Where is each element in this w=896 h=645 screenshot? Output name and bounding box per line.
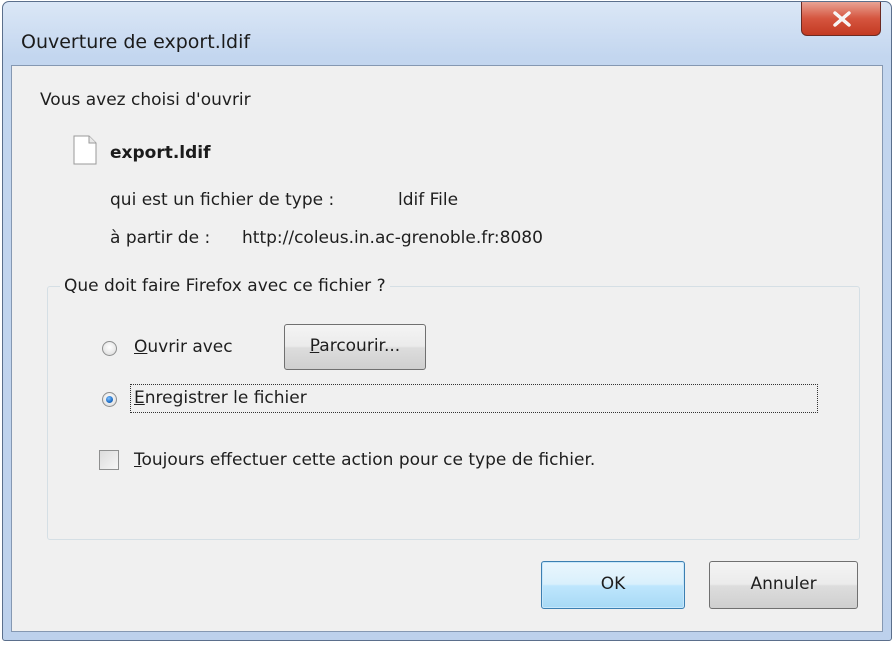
intro-text: Vous avez choisi d'ouvrir [40,90,251,110]
file-type-label: qui est un fichier de type : [110,190,335,210]
always-do-label[interactable]: Toujours effectuer cette action pour ce … [134,450,595,470]
save-file-text: nregistrer le fichier [144,388,307,408]
file-name: export.ldif [110,143,211,163]
file-type-row: qui est un fichier de type : ldif File [110,190,458,210]
save-file-radio[interactable] [102,392,117,407]
open-with-text: uvrir avec [147,337,233,357]
file-source-value: http://coleus.in.ac-grenoble.fr:8080 [242,228,543,248]
action-groupbox [47,286,860,540]
browse-accesskey: P [309,336,320,356]
browse-button[interactable]: Parcourir... [284,324,426,370]
always-do-text: oujours effectuer cette action pour ce t… [141,450,596,470]
always-do-accesskey: T [134,450,142,470]
save-file-accesskey: E [134,388,145,408]
window-title: Ouverture de export.ldif [21,31,251,53]
cancel-button[interactable]: Annuler [709,561,858,609]
file-icon [73,135,97,165]
file-source-row: à partir de : http://coleus.in.ac-grenob… [110,228,543,248]
open-with-accesskey: O [134,337,148,357]
open-with-label[interactable]: Ouvrir avec [134,337,233,357]
title-bar[interactable]: Ouverture de export.ldif [3,2,891,66]
browse-text: arcourir... [319,336,401,356]
open-with-radio[interactable] [102,341,117,356]
save-file-label[interactable]: Enregistrer le fichier [134,388,307,408]
ok-button[interactable]: OK [541,561,685,609]
action-group-legend: Que doit faire Firefox avec ce fichier ? [60,276,390,296]
file-source-label: à partir de : [110,228,211,248]
close-icon [833,11,851,27]
file-type-value: ldif File [398,190,459,210]
close-button[interactable] [801,2,881,36]
always-do-checkbox[interactable] [99,450,119,470]
